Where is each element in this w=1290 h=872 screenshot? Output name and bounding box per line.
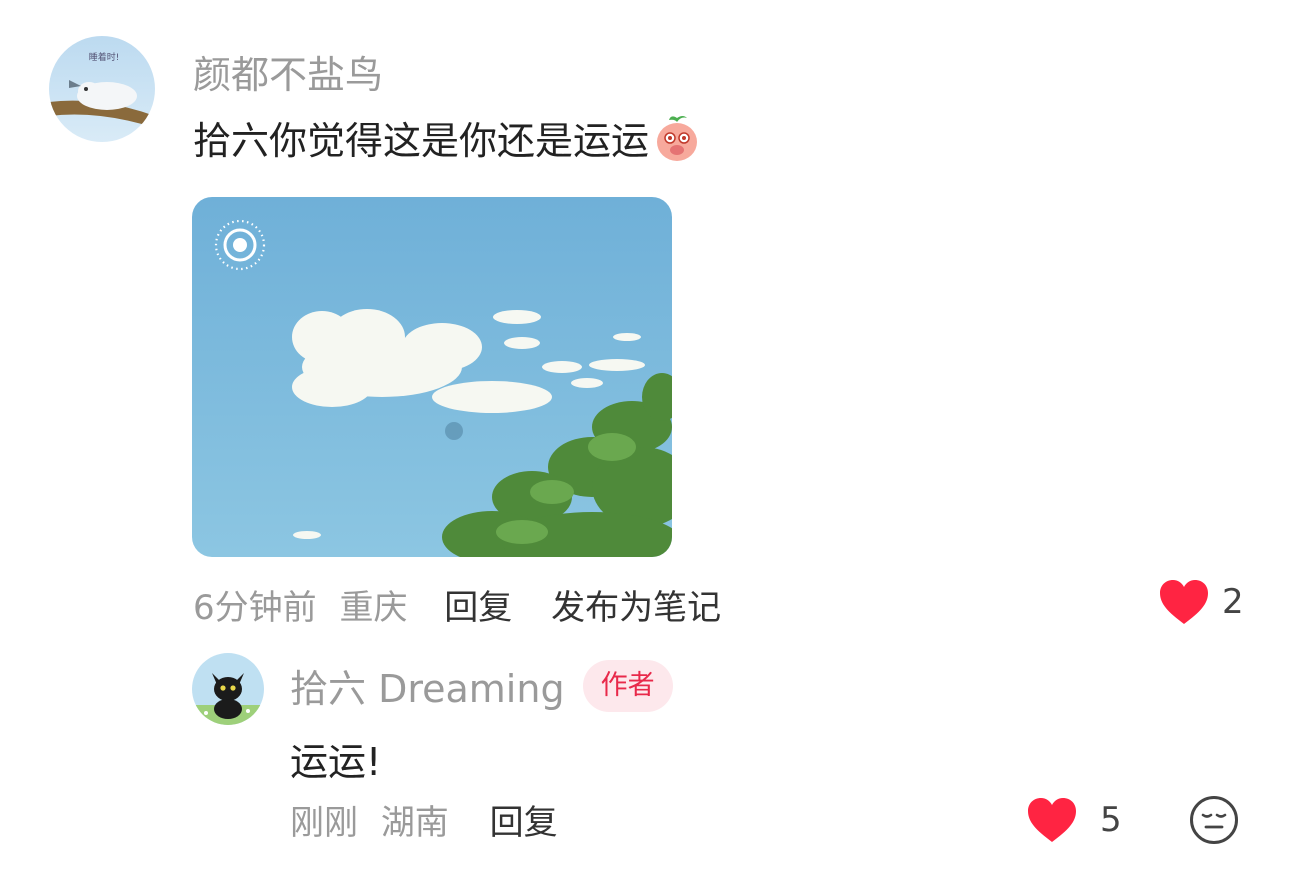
- commenter-avatar[interactable]: 睡着时!: [49, 36, 155, 142]
- commenter-username[interactable]: 颜都不盐鸟: [193, 44, 383, 99]
- heart-icon: [1160, 580, 1208, 624]
- comment-text-row: 拾六你觉得这是你还是运运: [193, 110, 703, 165]
- reply-username[interactable]: 拾六 Dreaming: [290, 658, 565, 713]
- shy-peach-emoji-icon: [651, 112, 703, 164]
- heart-icon: [1028, 798, 1076, 842]
- reply-button[interactable]: 回复: [444, 588, 512, 628]
- comment-like-count: 2: [1222, 582, 1244, 622]
- avatar-caption: 睡着时!: [89, 51, 120, 63]
- comment-image[interactable]: [192, 197, 672, 557]
- reply-reply-button[interactable]: 回复: [490, 803, 558, 843]
- neutral-face-icon[interactable]: [1188, 794, 1240, 846]
- reply-avatar[interactable]: [192, 653, 264, 725]
- author-badge: 作者: [582, 659, 673, 712]
- seal-on-branch-avatar-icon: 睡着时!: [49, 36, 155, 142]
- comment-location: 重庆: [339, 588, 408, 628]
- reply-like-count: 5: [1100, 800, 1122, 840]
- comment-time: 6分钟前: [193, 588, 317, 628]
- comment-like-button[interactable]: 2: [1158, 578, 1244, 626]
- comment-text: 拾六你觉得这是你还是运运: [193, 119, 650, 163]
- live-photo-icon: [212, 217, 268, 273]
- reply-like-button[interactable]: 5: [1026, 796, 1122, 844]
- reply-meta-row: 刚刚 湖南 回复: [290, 795, 558, 844]
- black-cat-avatar-icon: [192, 653, 264, 725]
- reply-location: 湖南: [380, 803, 449, 843]
- reply-header: 拾六 Dreaming 作者: [290, 658, 673, 713]
- reply-text: 运运!: [290, 740, 382, 784]
- comment-meta-row: 6分钟前 重庆 回复 发布为笔记: [193, 580, 721, 629]
- reply-time: 刚刚: [290, 803, 358, 843]
- publish-as-note-button[interactable]: 发布为笔记: [551, 588, 721, 628]
